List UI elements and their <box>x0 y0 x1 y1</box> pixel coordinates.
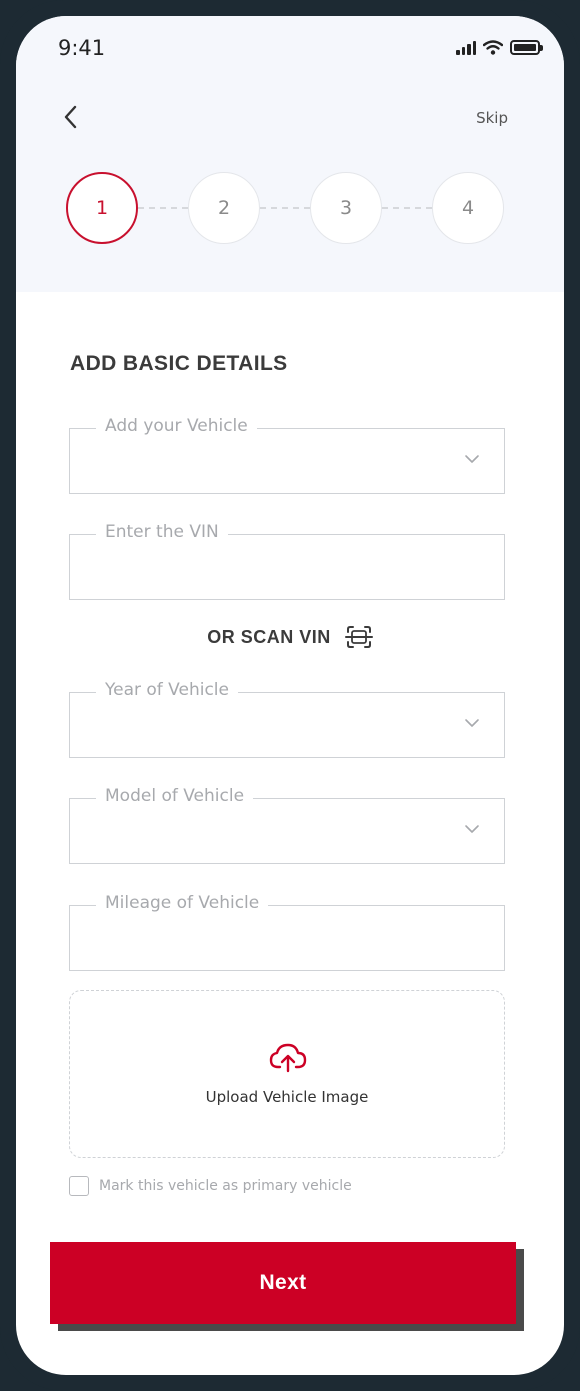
primary-vehicle-checkbox[interactable] <box>69 1176 89 1196</box>
vehicle-select-label: Add your Vehicle <box>96 416 257 436</box>
scan-vin-label: OR SCAN VIN <box>207 626 331 647</box>
wifi-icon <box>483 40 503 55</box>
signal-icon <box>456 40 476 55</box>
step-4[interactable]: 4 <box>432 172 504 244</box>
vin-input-label: Enter the VIN <box>96 522 228 542</box>
mileage-input[interactable]: Mileage of Vehicle <box>69 893 505 971</box>
upload-label: Upload Vehicle Image <box>205 1088 369 1106</box>
chevron-down-icon <box>465 719 479 727</box>
step-connector <box>382 207 432 209</box>
step-3[interactable]: 3 <box>310 172 382 244</box>
primary-vehicle-label: Mark this vehicle as primary vehicle <box>99 1178 352 1194</box>
next-button[interactable]: Next <box>50 1242 516 1324</box>
scan-icon <box>344 626 373 648</box>
vehicle-select[interactable]: Add your Vehicle <box>69 416 505 494</box>
section-title: ADD BASIC DETAILS <box>70 352 288 375</box>
skip-button[interactable]: Skip <box>476 109 508 127</box>
year-select[interactable]: Year of Vehicle <box>69 680 505 758</box>
app-screen: 9:41 Skip 1 2 3 4 ADD BASIC DETAILS Add … <box>16 16 564 1375</box>
back-chevron-icon[interactable] <box>60 104 82 130</box>
primary-vehicle-checkbox-row[interactable]: Mark this vehicle as primary vehicle <box>69 1176 352 1196</box>
year-select-label: Year of Vehicle <box>96 680 238 700</box>
status-time: 9:41 <box>58 36 106 60</box>
step-connector <box>260 207 310 209</box>
upload-vehicle-image[interactable]: Upload Vehicle Image <box>69 990 505 1158</box>
battery-icon <box>510 40 543 55</box>
stepper: 1 2 3 4 <box>66 172 508 244</box>
step-1[interactable]: 1 <box>66 172 138 244</box>
chevron-down-icon <box>465 455 479 463</box>
step-2[interactable]: 2 <box>188 172 260 244</box>
phone-frame: 9:41 Skip 1 2 3 4 ADD BASIC DETAILS Add … <box>0 0 580 1391</box>
step-connector <box>138 207 188 209</box>
scan-vin-button[interactable]: OR SCAN VIN <box>16 624 564 650</box>
status-icons <box>456 40 543 55</box>
model-select-label: Model of Vehicle <box>96 786 254 806</box>
model-select[interactable]: Model of Vehicle <box>69 786 505 864</box>
cloud-upload-icon <box>269 1043 307 1073</box>
chevron-down-icon <box>465 825 479 833</box>
vin-input[interactable]: Enter the VIN <box>69 522 505 600</box>
mileage-input-label: Mileage of Vehicle <box>96 893 269 913</box>
